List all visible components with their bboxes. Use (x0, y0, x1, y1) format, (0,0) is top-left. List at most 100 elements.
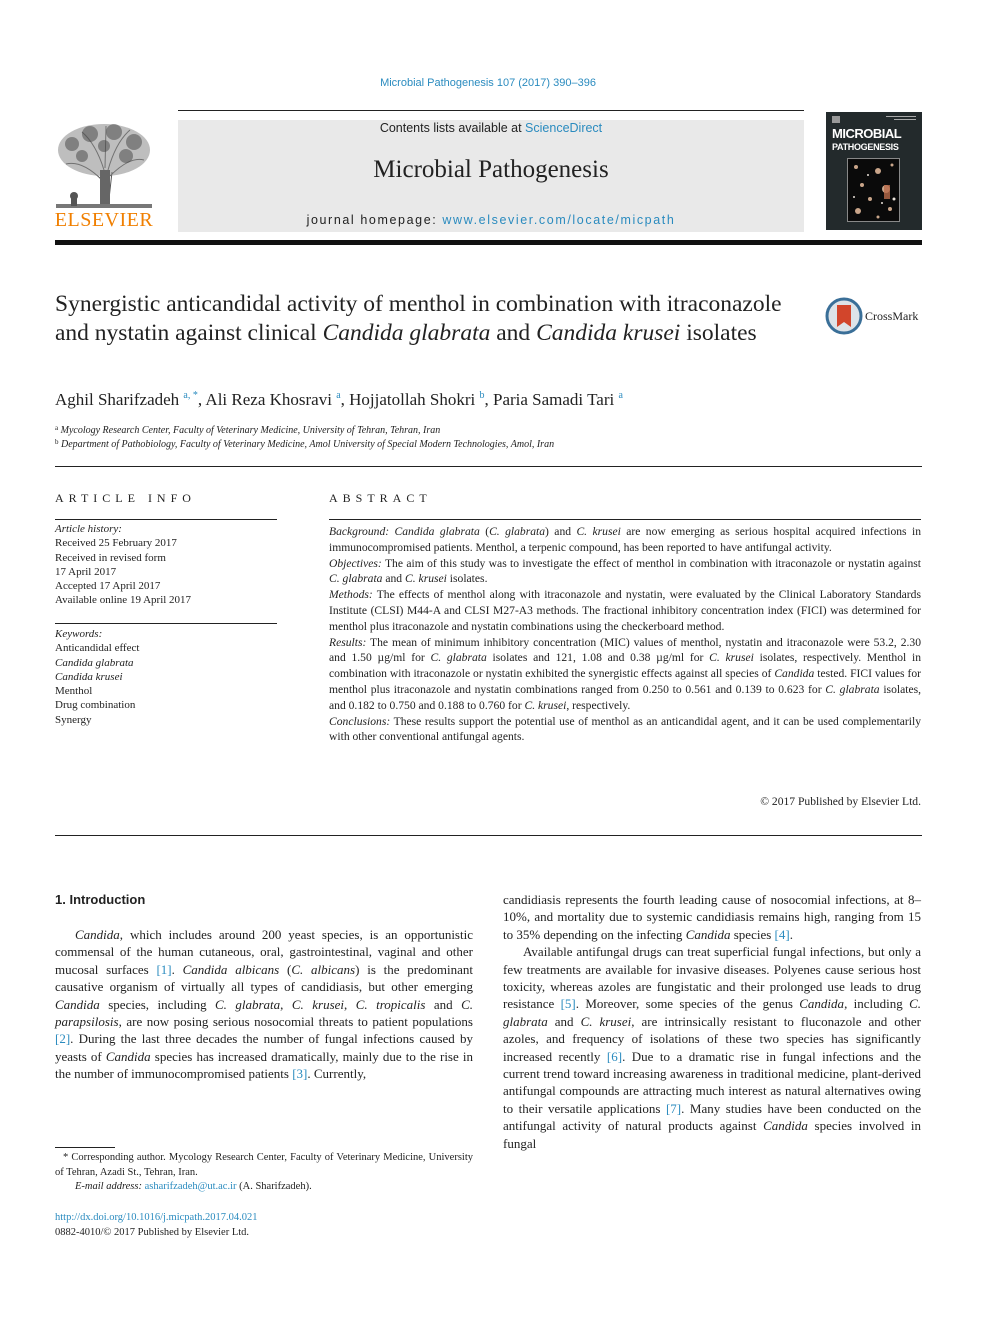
corresponding-author-note: * Corresponding author. Mycology Researc… (55, 1152, 473, 1178)
keywords-label: Keywords: (55, 628, 103, 640)
keyword: Candida glabrata (55, 656, 134, 669)
keyword: Candida krusei (55, 670, 123, 683)
author-affiliation-mark[interactable]: a, * (183, 390, 197, 401)
affiliation-text: Department of Pathobiology, Faculty of V… (61, 439, 555, 450)
footnote-rule (55, 1147, 115, 1148)
intro-column-left: Candida, which includes around 200 yeast… (55, 926, 473, 1083)
email-link[interactable]: asharifzadeh@ut.ac.ir (145, 1181, 237, 1192)
author-name[interactable]: Ali Reza Khosravi (205, 390, 332, 409)
abstract-label: Background: (329, 525, 390, 538)
reference-link[interactable]: [2] (55, 1031, 70, 1046)
title-species-1: Candida glabrata (322, 320, 491, 346)
homepage-prefix: journal homepage: (306, 213, 443, 227)
author-name[interactable]: Aghil Sharifzadeh (55, 390, 179, 409)
author-affiliation-mark[interactable]: a (618, 390, 622, 401)
abstract-methods: Methods: The effects of menthol along wi… (329, 587, 921, 634)
elsevier-wordmark: ELSEVIER (54, 209, 154, 231)
sciencedirect-link[interactable]: ScienceDirect (525, 121, 602, 135)
affiliation-a: a Mycology Research Center, Faculty of V… (55, 424, 440, 436)
keyword: Synergy (55, 713, 92, 726)
author-list: Aghil Sharifzadeh a, *, Ali Reza Khosrav… (55, 390, 623, 409)
abstract-conclusions: Conclusions: These results support the p… (329, 714, 921, 746)
doi-link[interactable]: http://dx.doi.org/10.1016/j.micpath.2017… (55, 1210, 258, 1225)
footnotes: * Corresponding author. Mycology Researc… (55, 1151, 473, 1195)
reference-link[interactable]: [3] (292, 1066, 307, 1081)
cover-meta-line (886, 116, 916, 117)
keyword: Anticandidal effect (55, 642, 140, 655)
abstract-text: These results support the potential use … (329, 714, 921, 744)
divider (55, 466, 922, 467)
keyword: Menthol (55, 685, 93, 698)
cover-title: MICROBIAL (832, 126, 902, 141)
author-affiliation-mark[interactable]: b (479, 390, 484, 401)
journal-masthead: Contents lists available at ScienceDirec… (178, 120, 804, 232)
journal-title: Microbial Pathogenesis (373, 156, 609, 183)
affiliation-mark: b (55, 438, 59, 446)
article-title: Synergistic anticandidal activity of men… (55, 290, 815, 348)
elsevier-logo[interactable]: ELSEVIER (52, 120, 156, 232)
abstract-text: The aim of this study was to investigate… (329, 556, 921, 586)
history-item: 17 April 2017 (55, 565, 117, 578)
divider (55, 835, 922, 836)
introduction-heading: 1. Introduction (55, 892, 146, 907)
abstract-background: Background: Candida glabrata (C. glabrat… (329, 524, 921, 556)
elsevier-tree-icon (56, 124, 152, 209)
cover-logo-icon (832, 116, 840, 123)
reference-link[interactable]: [4] (775, 927, 790, 942)
header-thick-rule (55, 240, 922, 245)
author-affiliation-mark[interactable]: a (336, 390, 340, 401)
reference-link[interactable]: [1] (156, 962, 171, 977)
email-label: E-mail address: (75, 1181, 145, 1192)
doi-block: http://dx.doi.org/10.1016/j.micpath.2017… (55, 1210, 258, 1240)
affiliation-mark: a (55, 424, 59, 432)
abstract-objectives: Objectives: The aim of this study was to… (329, 556, 921, 588)
keywords: Keywords: Anticandidal effect Candida gl… (55, 627, 277, 727)
reference-link[interactable]: [5] (561, 996, 576, 1011)
affiliation-text: Mycology Research Center, Faculty of Vet… (60, 425, 441, 436)
abstract-label: Conclusions: (329, 714, 391, 728)
abstract-label: Objectives: (329, 556, 382, 570)
journal-homepage: journal homepage: www.elsevier.com/locat… (178, 213, 804, 227)
title-species-2: Candida krusei (536, 320, 681, 346)
email-line: E-mail address: asharifzadeh@ut.ac.ir (A… (55, 1180, 473, 1195)
affiliation-b: b Department of Pathobiology, Faculty of… (55, 438, 554, 450)
cover-meta-line (894, 119, 916, 120)
divider (55, 519, 277, 520)
divider (329, 519, 921, 520)
author-name[interactable]: Hojjatollah Shokri (349, 390, 475, 409)
intro-paragraph: Candida, which includes around 200 yeast… (55, 927, 474, 1082)
contents-line: Contents lists available at ScienceDirec… (178, 121, 804, 135)
keyword: Drug combination (55, 699, 136, 712)
header-rule (178, 110, 804, 111)
journal-citation-link[interactable]: Microbial Pathogenesis 107 (2017) 390–39… (0, 77, 976, 89)
abstract-copyright: © 2017 Published by Elsevier Ltd. (760, 795, 921, 808)
homepage-link[interactable]: www.elsevier.com/locate/micpath (442, 213, 675, 227)
abstract-body: Background: Candida glabrata (C. glabrat… (329, 524, 921, 745)
reference-link[interactable]: [7] (666, 1101, 681, 1116)
cover-micrograph (847, 158, 900, 222)
article-history: Article history: Received 25 February 20… (55, 522, 277, 608)
divider (55, 623, 277, 624)
history-item: Received in revised form (55, 551, 166, 564)
contents-prefix: Contents lists available at (379, 121, 526, 135)
reference-link[interactable]: [6] (607, 1049, 622, 1064)
crossmark-icon (825, 297, 863, 335)
abstract-text: The effects of menthol along with itraco… (329, 588, 921, 633)
crossmark-label: CrossMark (865, 309, 919, 323)
history-item: Available online 19 April 2017 (55, 594, 192, 607)
article-info-heading: ARTICLE INFO (55, 491, 196, 505)
abstract-label: Methods: (329, 588, 373, 602)
title-text: and (490, 320, 537, 346)
abstract-heading: ABSTRACT (329, 491, 432, 505)
intro-paragraph: Available antifungal drugs can treat sup… (503, 944, 921, 1151)
cover-subtitle: PATHOGENESIS (832, 142, 899, 152)
author-name[interactable]: Paria Samadi Tari (493, 390, 614, 409)
crossmark-button[interactable]: CrossMark (825, 297, 925, 337)
history-label: Article history: (55, 523, 122, 535)
issn-line: 0882-4010/© 2017 Published by Elsevier L… (55, 1227, 250, 1238)
abstract-text: The mean of minimum inhibitory concentra… (329, 635, 922, 712)
journal-cover-image[interactable]: MICROBIAL PATHOGENESIS (826, 112, 922, 230)
intro-paragraph: candidiasis represents the fourth leadin… (503, 892, 921, 942)
history-item: Received 25 February 2017 (55, 537, 177, 550)
abstract-results: Results: The mean of minimum inhibitory … (329, 635, 921, 714)
